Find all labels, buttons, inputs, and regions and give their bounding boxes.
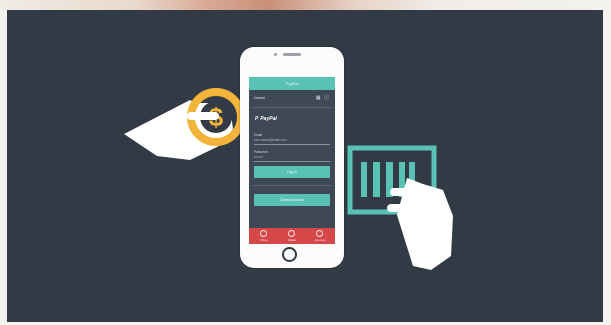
app-nav-row: Cancel ▦ ⓘ	[249, 92, 335, 104]
wallet-icon	[288, 230, 295, 237]
account-icon	[316, 230, 323, 237]
password-field[interactable]: ••••••••	[254, 155, 263, 159]
info-icon[interactable]: ⓘ	[324, 95, 330, 101]
cancel-link[interactable]: Cancel	[254, 92, 265, 104]
tab-account[interactable]: Account	[306, 228, 334, 244]
paypal-p-icon: P	[255, 116, 259, 122]
tab-account-label: Account	[314, 238, 326, 242]
top-photo-strip	[0, 0, 611, 10]
tab-wallet-label: Wallet	[287, 238, 297, 242]
password-underline	[254, 161, 330, 162]
email-field[interactable]: user.name@email.com	[254, 138, 287, 142]
content-divider	[253, 185, 331, 186]
paypal-brand-text: PayPal	[260, 116, 277, 122]
tab-bar: Shop Wallet Account	[249, 228, 335, 244]
tab-wallet[interactable]: Wallet	[278, 228, 306, 244]
login-button[interactable]: Log In	[254, 166, 330, 178]
password-label: Password	[254, 150, 268, 154]
paypal-logo: P PayPal	[255, 116, 305, 122]
phone-screen: PayPal Cancel ▦ ⓘ P PayPal Email user.nam…	[249, 77, 335, 244]
create-account-button[interactable]: Create Account	[254, 194, 330, 206]
right-hand-icon	[387, 178, 453, 270]
tab-shop-label: Shop	[260, 238, 268, 242]
shop-icon	[260, 230, 267, 237]
smartphone: PayPal Cancel ▦ ⓘ P PayPal Email user.nam…	[240, 47, 344, 268]
home-button[interactable]	[282, 247, 297, 262]
app-header: PayPal	[249, 77, 335, 90]
speaker-grille	[283, 53, 301, 56]
nav-divider	[253, 107, 331, 108]
tab-shop[interactable]: Shop	[250, 228, 278, 244]
illustration-stage: $ PayPal Cancel ▦ ⓘ	[7, 10, 603, 322]
nav-icons: ▦ ⓘ	[316, 92, 330, 104]
email-label: Email	[254, 133, 262, 137]
grid-icon[interactable]: ▦	[316, 95, 322, 101]
camera-dot	[274, 53, 277, 56]
email-underline	[254, 144, 330, 145]
